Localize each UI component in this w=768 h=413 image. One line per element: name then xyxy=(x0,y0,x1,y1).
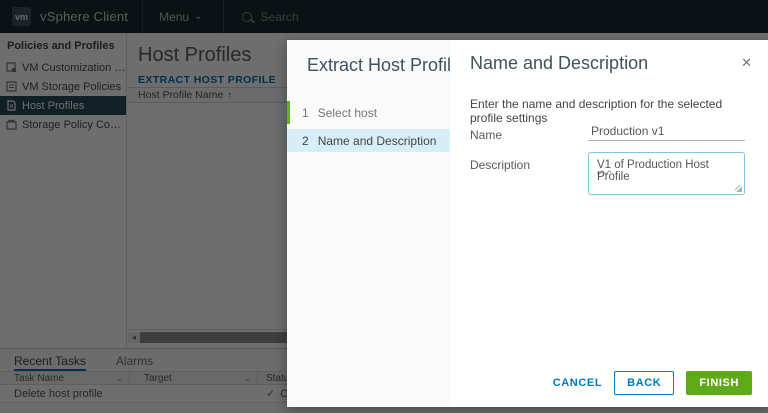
wizard-steps-panel: Extract Host Profile 1 Select host 2 Nam… xyxy=(287,40,462,407)
description-text: of Production Host Profile xyxy=(597,159,709,183)
step-name-and-description[interactable]: 2 Name and Description xyxy=(287,129,450,152)
step-label: Name and Description xyxy=(317,133,437,148)
extract-host-profile-wizard: Extract Host Profile 1 Select host 2 Nam… xyxy=(287,40,768,407)
wizard-steps: 1 Select host 2 Name and Description xyxy=(287,101,450,152)
cancel-button[interactable]: CANCEL xyxy=(553,377,602,389)
step-select-host[interactable]: 1 Select host xyxy=(287,101,450,124)
wizard-footer: CANCEL BACK FINISH xyxy=(553,371,752,395)
name-input[interactable] xyxy=(588,122,745,141)
close-icon[interactable]: ✕ xyxy=(741,55,752,71)
step-label: Select host xyxy=(317,105,378,120)
wizard-title: Extract Host Profile xyxy=(307,55,462,75)
spellcheck-flagged-word: V1 xyxy=(597,159,612,171)
resize-handle[interactable] xyxy=(735,185,742,192)
instruction-text: Enter the name and description for the s… xyxy=(470,97,723,125)
step-number: 2 xyxy=(302,133,309,148)
back-button[interactable]: BACK xyxy=(614,371,675,395)
description-textarea[interactable]: V1 of Production Host Profile xyxy=(588,152,745,195)
vsphere-client-window: vm vSphere Client Menu ⌄ Search Policies… xyxy=(0,0,768,413)
step-page-title: Name and Description xyxy=(470,53,649,73)
name-label: Name xyxy=(470,128,503,142)
wizard-content-panel: Name and Description ✕ Enter the name an… xyxy=(450,40,768,407)
description-label: Description xyxy=(470,158,531,172)
finish-button[interactable]: FINISH xyxy=(686,371,752,395)
step-number: 1 xyxy=(302,105,309,120)
